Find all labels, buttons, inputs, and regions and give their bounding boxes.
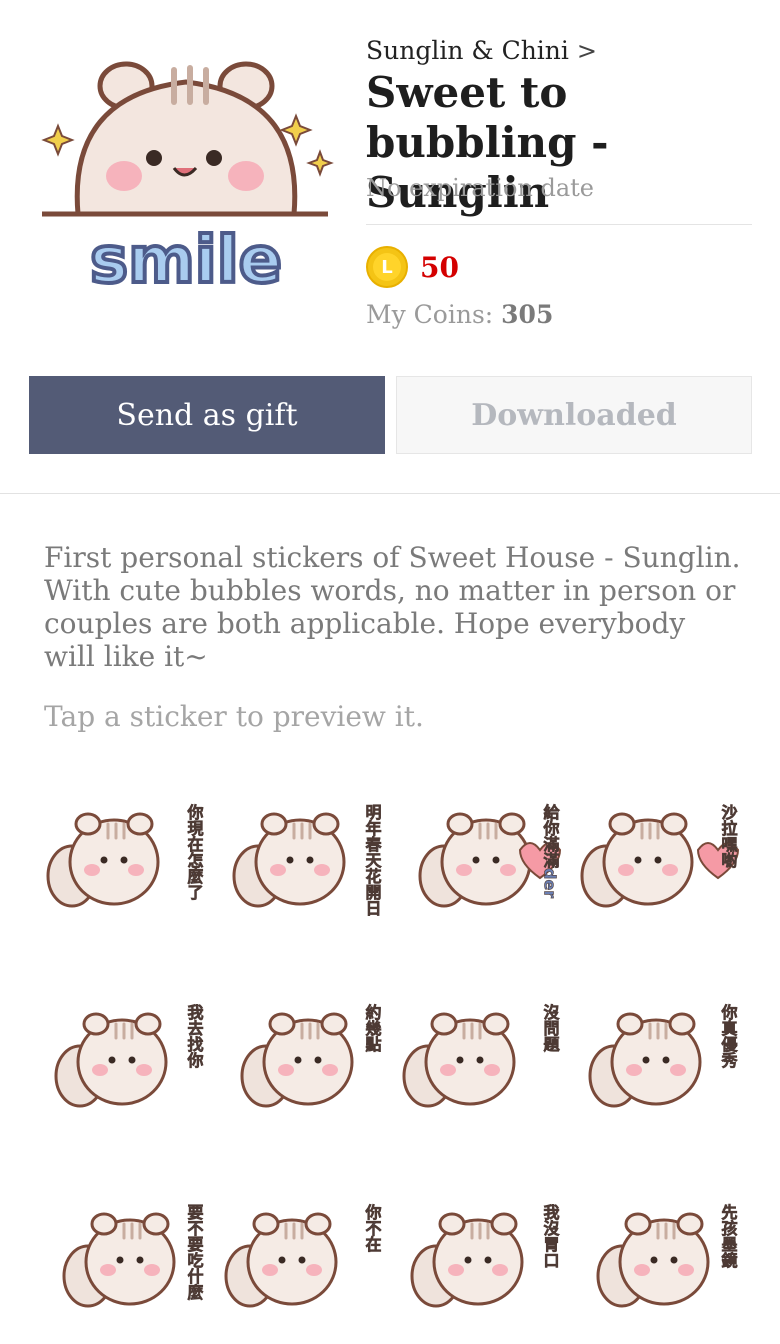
expiry-text: No expiration date — [366, 174, 595, 202]
price: L 50 — [366, 246, 459, 288]
description: First personal stickers of Sweet House -… — [44, 541, 741, 673]
sticker-thumbnail[interactable]: 我去找你 — [44, 980, 214, 1140]
sticker-thumbnail[interactable]: 給你滿滿der — [400, 780, 570, 940]
sticker-caption: 沒問題 — [541, 1003, 560, 1053]
hero-sticker: smile — [38, 56, 334, 300]
sticker-thumbnail[interactable]: 先孩墨鏡 — [578, 1180, 748, 1340]
sticker-caption: 明年春天花開日 — [363, 804, 383, 916]
section-divider — [0, 493, 780, 494]
hero-sticker-text: smile — [90, 224, 282, 296]
preview-hint: Tap a sticker to preview it. — [44, 700, 424, 733]
sticker-caption: 我去找你 — [185, 1003, 205, 1069]
downloaded-button[interactable]: Downloaded — [396, 376, 752, 454]
author-name: Sunglin & Chini — [366, 36, 569, 65]
sticker-caption: 你不在 — [363, 1203, 383, 1252]
sticker-thumbnail[interactable]: 要不要吃什麼 — [44, 1180, 214, 1340]
sticker-caption: 沙拉嘿喲 — [719, 804, 738, 869]
coin-icon: L — [366, 246, 408, 288]
sticker-thumbnail[interactable]: 明年春天花開日 — [222, 780, 392, 940]
chevron-right-icon: > — [576, 36, 598, 65]
sticker-caption: 你真優秀 — [719, 1003, 739, 1069]
sticker-thumbnail[interactable]: 沙拉嘿喲 — [578, 780, 748, 940]
sticker-caption: 先孩墨鏡 — [719, 1203, 738, 1269]
my-coins-value: 305 — [501, 300, 554, 329]
sticker-caption: 我沒胃口 — [541, 1203, 560, 1268]
my-coins-label: My Coins: — [366, 300, 494, 329]
sticker-caption: 約幾點 — [363, 1003, 382, 1053]
sticker-thumbnail[interactable]: 約幾點 — [222, 980, 392, 1140]
sticker-thumbnail[interactable]: 你不在 — [222, 1180, 392, 1340]
sticker-thumbnail[interactable]: 沒問題 — [400, 980, 570, 1140]
sticker-caption: 你現在怎麼了 — [185, 803, 205, 901]
sticker-thumbnail[interactable]: 你真優秀 — [578, 980, 748, 1140]
send-as-gift-button[interactable]: Send as gift — [29, 376, 385, 454]
sticker-caption: 要不要吃什麼 — [185, 1204, 204, 1301]
divider — [366, 224, 752, 225]
price-value: 50 — [420, 250, 459, 284]
my-coins: My Coins: 305 — [366, 300, 553, 329]
sticker-thumbnail[interactable]: 你現在怎麼了 — [44, 780, 214, 940]
author-link[interactable]: Sunglin & Chini > — [366, 36, 597, 65]
sticker-thumbnail[interactable]: 我沒胃口 — [400, 1180, 570, 1340]
sticker-caption: 給你滿滿der — [541, 803, 561, 898]
